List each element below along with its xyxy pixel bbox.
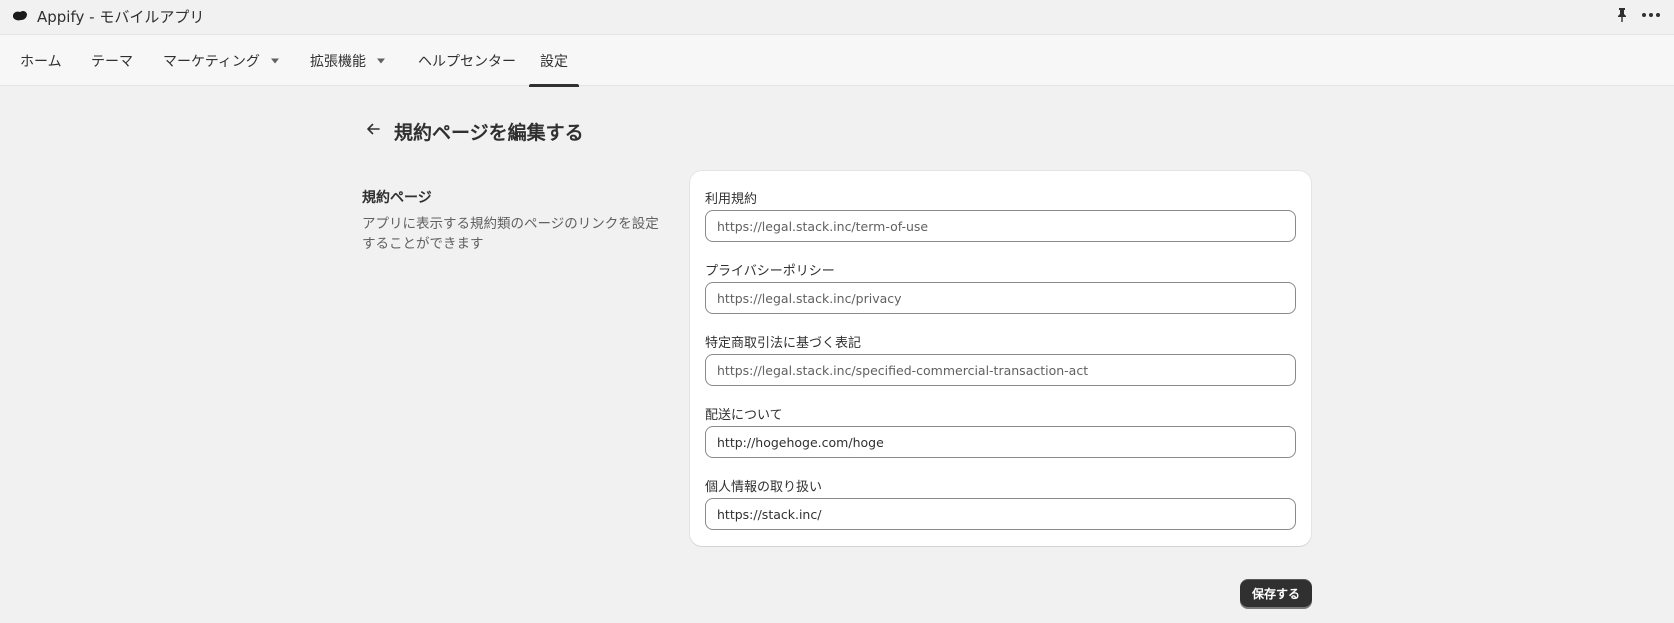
nav-item-label: 設定 [540, 53, 568, 70]
nav-item-label: ヘルプセンター [418, 53, 516, 70]
save-button[interactable]: 保存する [1240, 579, 1312, 607]
top-navigation: ホーム テーマ マーケティング 拡張機能 ヘルプセンター 設定 [0, 34, 1674, 87]
terms-of-use-input[interactable] [705, 210, 1296, 242]
commercial-transaction-input[interactable] [705, 354, 1296, 386]
nav-item-marketing[interactable]: マーケティング [163, 35, 280, 86]
privacy-policy-label: プライバシーポリシー [705, 264, 835, 279]
privacy-policy-input[interactable] [705, 282, 1296, 314]
personal-info-input[interactable] [705, 498, 1296, 530]
nav-item-label: テーマ [91, 53, 133, 70]
nav-item-label: 拡張機能 [310, 53, 366, 70]
nav-item-help-center[interactable]: ヘルプセンター [418, 35, 516, 86]
chevron-down-icon [270, 58, 279, 63]
page-title: 規約ページを編集する [394, 122, 584, 144]
nav-item-extensions[interactable]: 拡張機能 [310, 35, 386, 86]
shipping-label: 配送について [705, 408, 783, 423]
app-title: Appify - モバイルアプリ [37, 8, 205, 26]
terms-of-use-label: 利用規約 [705, 192, 758, 207]
more-horizontal-icon[interactable] [1640, 7, 1662, 23]
arrow-left-icon[interactable] [364, 120, 382, 138]
personal-info-label: 個人情報の取り扱い [705, 480, 823, 495]
nav-item-home[interactable]: ホーム [20, 35, 62, 86]
commercial-transaction-label: 特定商取引法に基づく表記 [705, 336, 862, 351]
chevron-down-icon [377, 58, 385, 63]
terms-links-card: 利用規約 プライバシーポリシー 特定商取引法に基づく表記 配送について 個人情報… [690, 171, 1311, 546]
nav-item-label: ホーム [20, 53, 62, 70]
nav-item-theme[interactable]: テーマ [91, 35, 133, 86]
appify-logo-icon [13, 10, 27, 21]
window-titlebar: Appify - モバイルアプリ [0, 0, 1674, 34]
section-description: アプリに表示する規約類のページのリンクを設定することができます [362, 216, 659, 252]
section-title: 規約ページ [362, 190, 432, 206]
pin-icon[interactable] [1614, 7, 1630, 23]
nav-item-settings[interactable]: 設定 [529, 35, 579, 87]
shipping-input[interactable] [705, 426, 1296, 458]
nav-item-label: マーケティング [163, 53, 260, 70]
